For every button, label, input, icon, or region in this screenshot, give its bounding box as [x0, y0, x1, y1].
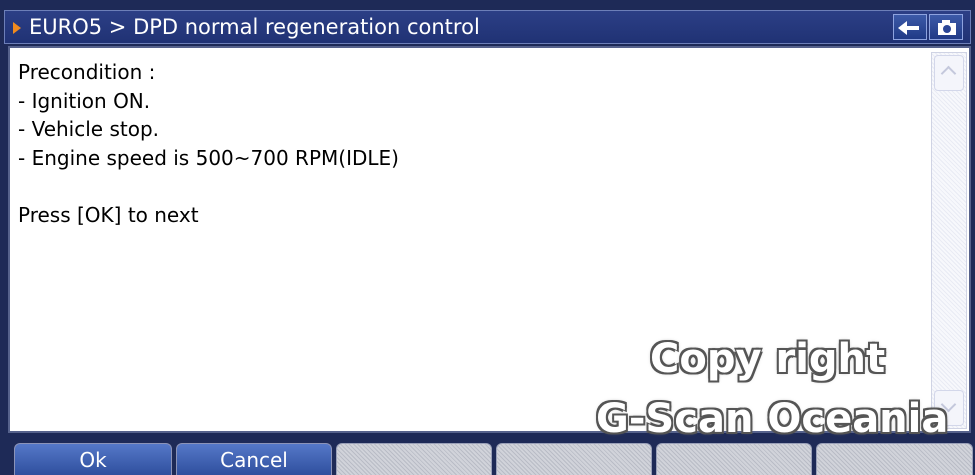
- title-bar: EURO5 > DPD normal regeneration control: [4, 10, 971, 44]
- precondition-item: - Vehicle stop.: [18, 117, 160, 141]
- instruction-text: Press [OK] to next: [18, 202, 199, 227]
- precondition-heading: Precondition :: [18, 60, 156, 84]
- message-text: Precondition : - Ignition ON. - Vehicle …: [18, 58, 918, 229]
- precondition-item: - Ignition ON.: [18, 88, 151, 113]
- scroll-up-button[interactable]: [934, 55, 964, 91]
- back-button[interactable]: [893, 14, 927, 40]
- function-button-6: [816, 443, 973, 475]
- ok-button[interactable]: Ok: [14, 443, 172, 475]
- app-window: EURO5 > DPD normal regeneration control …: [0, 0, 975, 475]
- screenshot-button[interactable]: [929, 14, 963, 40]
- play-arrow-icon: [13, 22, 21, 34]
- scroll-down-button[interactable]: [934, 390, 964, 426]
- function-button-bar: Ok Cancel: [14, 443, 973, 475]
- function-button-4: [496, 443, 652, 475]
- cancel-button[interactable]: Cancel: [176, 443, 332, 475]
- vertical-scrollbar[interactable]: [931, 52, 967, 429]
- function-button-3: [336, 443, 492, 475]
- message-panel: Precondition : - Ignition ON. - Vehicle …: [8, 46, 971, 433]
- function-button-5: [656, 443, 812, 475]
- window-title: EURO5 > DPD normal regeneration control: [29, 15, 480, 39]
- precondition-item: - Engine speed is 500~700 RPM(IDLE): [18, 145, 399, 170]
